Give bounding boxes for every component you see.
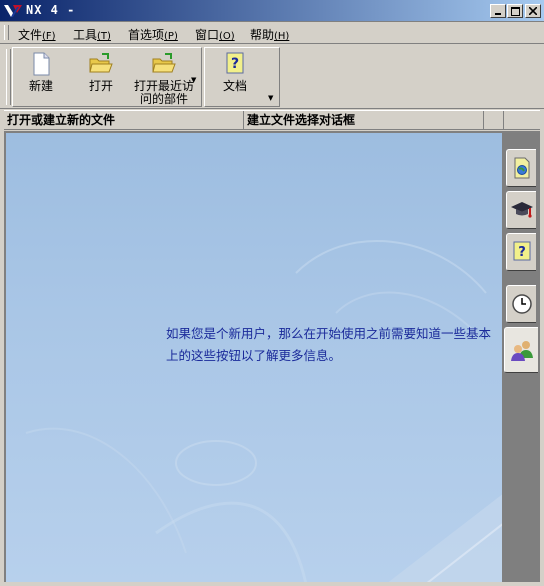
open-button[interactable]: 打开 <box>79 52 123 93</box>
docs-toolbar-group: ? 文档 ▼ <box>204 47 280 107</box>
close-button[interactable] <box>525 4 541 18</box>
open-recent-label-line2: 问的部件 <box>139 92 188 106</box>
open-recent-button[interactable]: 打开最近访 问的部件 <box>131 52 197 106</box>
menu-window-label: 窗口 <box>195 28 220 42</box>
web-page-icon <box>514 157 529 179</box>
menu-preferences-accel: (P) <box>164 31 178 42</box>
resource-tab-training[interactable] <box>506 191 536 229</box>
help-document-icon: ? <box>226 52 244 74</box>
welcome-line-2: 上的这些按钮以了解更多信息。 <box>166 348 342 363</box>
docs-button[interactable]: ? 文档 <box>213 52 257 93</box>
welcome-message: 如果您是个新用户，那么在开始使用之前需要知道一些基本 上的这些按钮以了解更多信息… <box>166 323 491 367</box>
graphics-window[interactable]: 如果您是个新用户，那么在开始使用之前需要知道一些基本 上的这些按钮以了解更多信息… <box>4 131 502 582</box>
cue-line: 打开或建立新的文件 建立文件选择对话框 <box>4 110 540 130</box>
title-bar: NX 4 - <box>0 0 544 22</box>
menu-tools-accel: (T) <box>97 31 111 42</box>
menu-file-label: 文件 <box>18 28 43 42</box>
svg-text:?: ? <box>518 245 526 260</box>
new-document-icon <box>33 52 50 76</box>
cue-line-cell <box>484 111 504 129</box>
help-icon: ? <box>513 241 530 261</box>
new-button[interactable]: 新建 <box>19 52 63 93</box>
open-button-label: 打开 <box>88 79 113 93</box>
menubar-grip <box>4 25 9 40</box>
welcome-line-1: 如果您是个新用户，那么在开始使用之前需要知道一些基本 <box>166 326 492 341</box>
resource-tab-roles[interactable] <box>504 327 538 373</box>
menu-tools[interactable]: 工具(T) <box>73 26 111 43</box>
open-recent-dropdown-icon[interactable]: ▼ <box>191 76 196 84</box>
new-button-label: 新建 <box>28 79 53 93</box>
toolbar-grip <box>6 49 11 105</box>
menu-help-accel: (H) <box>274 31 290 42</box>
standard-toolbar: 新建 打开 打开最近访 问的部件 ▼ ? 文档 ▼ <box>0 45 544 109</box>
window-title: NX 4 - <box>26 3 76 17</box>
menu-preferences-label: 首选项 <box>128 28 165 42</box>
toolbar-options-dropdown-icon[interactable]: ▼ <box>268 94 273 102</box>
clock-icon <box>511 294 532 314</box>
menu-window[interactable]: 窗口(O) <box>195 26 235 43</box>
svg-text:?: ? <box>231 56 239 72</box>
menu-preferences[interactable]: 首选项(P) <box>128 26 178 43</box>
close-icon <box>529 7 537 15</box>
resource-tab-help[interactable]: ? <box>506 233 536 271</box>
menu-help[interactable]: 帮助(H) <box>250 26 289 43</box>
open-recent-label-line1: 打开最近访 <box>133 79 194 93</box>
maximize-icon <box>510 6 520 16</box>
menu-bar: 文件(F) 工具(T) 首选项(P) 窗口(O) 帮助(H) <box>0 22 544 44</box>
open-folder-icon <box>89 53 113 73</box>
nx-logo-icon <box>4 5 22 17</box>
file-toolbar-group: 新建 打开 打开最近访 问的部件 ▼ <box>12 47 202 107</box>
users-icon <box>510 341 533 361</box>
menu-file-accel: (F) <box>42 31 56 42</box>
menu-window-accel: (O) <box>219 31 235 42</box>
docs-button-label: 文档 <box>222 79 247 93</box>
resource-tab-web[interactable] <box>506 149 536 187</box>
maximize-button[interactable] <box>507 4 523 18</box>
open-recent-folder-icon <box>152 53 176 73</box>
cue-line-left: 打开或建立新的文件 <box>4 111 244 129</box>
resource-tab-history[interactable] <box>506 285 536 323</box>
menu-help-label: 帮助 <box>250 28 275 42</box>
cue-line-right: 建立文件选择对话框 <box>244 111 484 129</box>
window-bottom-border <box>0 582 544 586</box>
menu-tools-label: 工具 <box>73 28 98 42</box>
resource-bar: ? <box>502 131 540 582</box>
minimize-button[interactable] <box>490 4 506 18</box>
graduation-cap-icon <box>510 202 533 218</box>
minimize-icon <box>495 13 501 15</box>
menu-file[interactable]: 文件(F) <box>18 26 56 43</box>
